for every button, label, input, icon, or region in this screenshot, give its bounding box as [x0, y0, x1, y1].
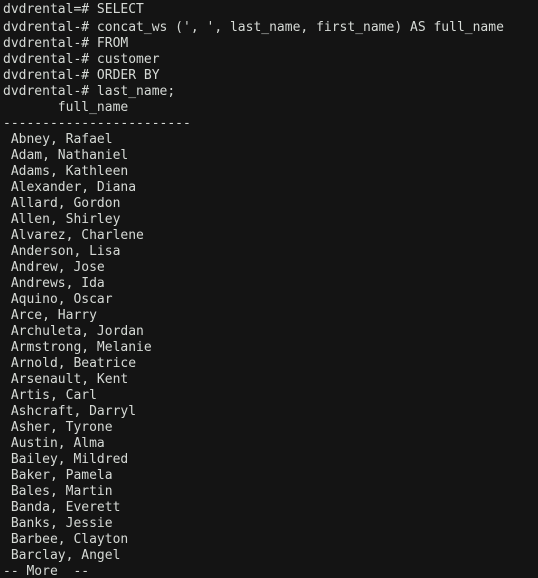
query-line-select: dvdrental=# SELECT [3, 2, 144, 17]
query-line-last-name: dvdrental-# last_name; [3, 84, 176, 99]
result-separator-rule: ------------------------ [3, 116, 191, 131]
result-row: Austin, Alma [3, 436, 105, 451]
result-row: Arce, Harry [3, 308, 97, 323]
result-row: Adam, Nathaniel [3, 148, 129, 163]
result-row: Artis, Carl [3, 388, 97, 403]
result-row: Arsenault, Kent [3, 372, 129, 387]
result-row: Baker, Pamela [3, 468, 113, 483]
result-row: Barclay, Angel [3, 548, 121, 563]
result-row: Bales, Martin [3, 484, 113, 499]
result-row: Anderson, Lisa [3, 244, 121, 259]
result-row: Bailey, Mildred [3, 452, 129, 467]
terminal-window[interactable]: dvdrental=# SELECT dvdrental-# concat_ws… [0, 0, 538, 578]
result-row: Asher, Tyrone [3, 420, 113, 435]
result-row: Banda, Everett [3, 500, 121, 515]
result-row: Adams, Kathleen [3, 164, 129, 179]
result-row: Andrew, Jose [3, 260, 105, 275]
pager-more-prompt[interactable]: -- More -- [0, 564, 538, 578]
query-line-customer: dvdrental-# customer [3, 52, 160, 67]
result-row: Allen, Shirley [3, 212, 121, 227]
result-row: Andrews, Ida [3, 276, 105, 291]
query-line-from: dvdrental-# FROM [3, 36, 129, 51]
result-row: Arnold, Beatrice [3, 356, 137, 371]
result-row: Archuleta, Jordan [3, 324, 144, 339]
result-row: Aquino, Oscar [3, 292, 113, 307]
query-line-order-by: dvdrental-# ORDER BY [3, 68, 160, 83]
result-row: Alexander, Diana [3, 180, 137, 195]
result-column-header: full_name [3, 100, 129, 115]
result-row: Armstrong, Melanie [3, 340, 152, 355]
result-row: Allard, Gordon [3, 196, 121, 211]
query-line-concat: dvdrental-# concat_ws (', ', last_name, … [3, 20, 504, 35]
result-row: Barbee, Clayton [3, 532, 129, 547]
result-row: Ashcraft, Darryl [3, 404, 137, 419]
result-row: Banks, Jessie [3, 516, 113, 531]
result-row: Abney, Rafael [3, 132, 113, 147]
result-row: Alvarez, Charlene [3, 228, 144, 243]
